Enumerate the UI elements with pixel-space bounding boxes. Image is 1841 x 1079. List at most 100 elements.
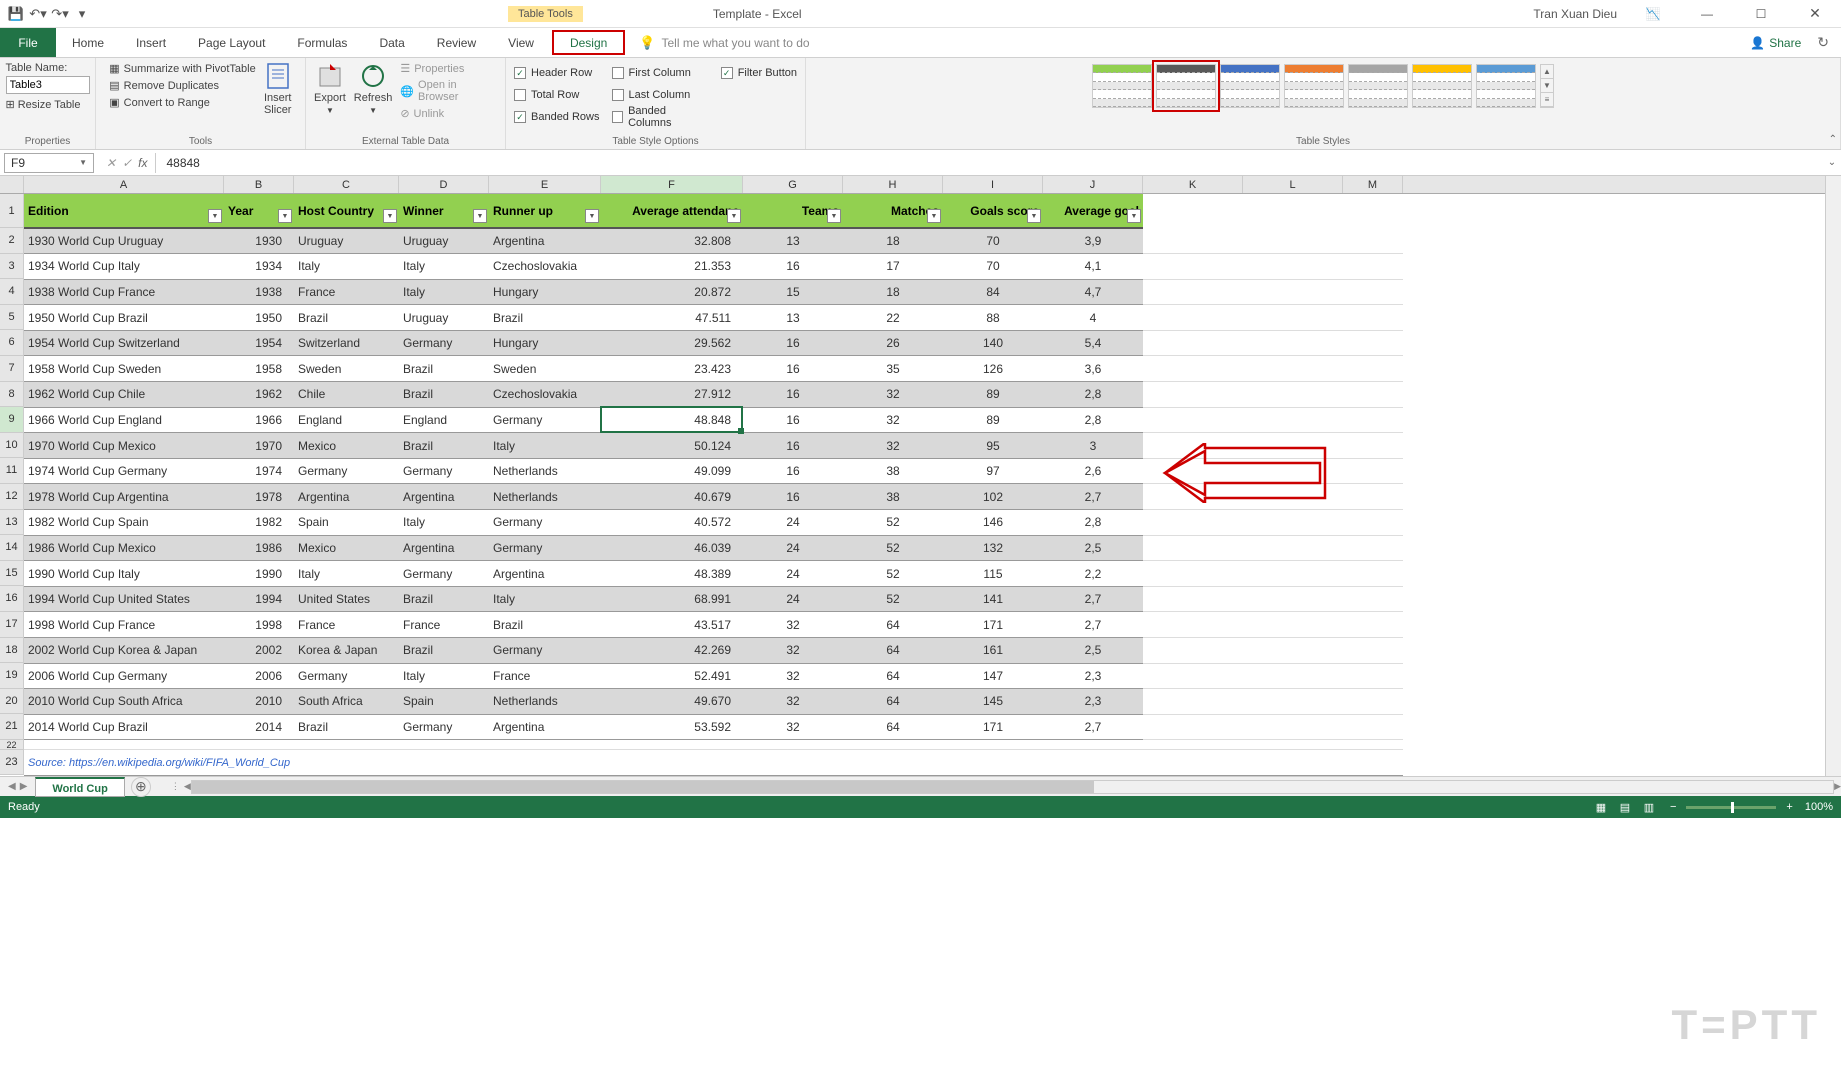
cell[interactable]: 15 [743, 279, 843, 305]
source-link[interactable]: Source: https://en.wikipedia.org/wiki/FI… [24, 750, 1403, 776]
filter-dropdown-icon[interactable]: ▼ [1027, 209, 1041, 223]
cell[interactable]: 70 [943, 254, 1043, 280]
cell[interactable]: 2,7 [1043, 612, 1143, 638]
cell[interactable]: Italy [489, 433, 601, 459]
col-header-J[interactable]: J [1043, 176, 1143, 193]
cell[interactable]: Brazil [489, 305, 601, 331]
banded-columns-checkbox[interactable]: Banded Columns [612, 106, 709, 128]
style-thumb-0[interactable] [1092, 64, 1152, 108]
cell[interactable]: Mexico [294, 433, 399, 459]
cell[interactable]: 2,6 [1043, 458, 1143, 484]
tab-insert[interactable]: Insert [120, 28, 182, 57]
cell[interactable]: Brazil [399, 433, 489, 459]
row-header-1[interactable]: 1 [0, 194, 24, 228]
cell[interactable]: 4,7 [1043, 279, 1143, 305]
cell[interactable]: Italy [399, 279, 489, 305]
cell[interactable]: 1998 [224, 612, 294, 638]
cell[interactable]: 1982 [224, 510, 294, 536]
cell[interactable]: Uruguay [399, 228, 489, 254]
filter-button-checkbox[interactable]: ✓Filter Button [721, 62, 797, 84]
cell[interactable]: 70 [943, 228, 1043, 254]
cell[interactable]: 16 [743, 356, 843, 382]
cell[interactable]: 1970 World Cup Mexico [24, 433, 224, 459]
cell[interactable]: Korea & Japan [294, 638, 399, 664]
cell[interactable]: 26 [843, 330, 943, 356]
cell[interactable]: 89 [943, 407, 1043, 433]
cell[interactable]: 18 [843, 279, 943, 305]
header-row-checkbox[interactable]: ✓Header Row [514, 62, 600, 84]
row-header-7[interactable]: 7 [0, 356, 24, 382]
history-icon[interactable]: ↻ [1817, 34, 1829, 51]
cell[interactable]: Germany [489, 407, 601, 433]
row-header-9[interactable]: 9 [0, 407, 24, 433]
cell[interactable]: Czechoslovakia [489, 382, 601, 408]
row-header-2[interactable]: 2 [0, 228, 24, 254]
col-header-K[interactable]: K [1143, 176, 1243, 193]
cell[interactable]: 64 [843, 612, 943, 638]
qat-customize-icon[interactable]: ▾ [74, 6, 90, 22]
fx-icon[interactable]: fx [138, 156, 147, 170]
cell[interactable]: Argentina [489, 561, 601, 587]
cell[interactable]: 2010 World Cup South Africa [24, 689, 224, 715]
cell[interactable]: 32.808 [601, 228, 743, 254]
row-header-16[interactable]: 16 [0, 586, 24, 612]
cell[interactable]: 13 [743, 228, 843, 254]
zoom-in-icon[interactable]: + [1786, 801, 1792, 813]
cell[interactable]: 4 [1043, 305, 1143, 331]
col-header-C[interactable]: C [294, 176, 399, 193]
cell[interactable]: 1990 World Cup Italy [24, 561, 224, 587]
cell[interactable]: 27.912 [601, 382, 743, 408]
close-icon[interactable]: ✕ [1797, 2, 1833, 26]
tab-view[interactable]: View [492, 28, 550, 57]
maximize-icon[interactable]: ☐ [1743, 2, 1779, 26]
cell[interactable]: 40.572 [601, 510, 743, 536]
row-header-13[interactable]: 13 [0, 510, 24, 536]
cell[interactable]: Argentina [294, 484, 399, 510]
col-header-L[interactable]: L [1243, 176, 1343, 193]
cell[interactable]: 132 [943, 535, 1043, 561]
cell[interactable]: 2014 [224, 714, 294, 740]
row-header-14[interactable]: 14 [0, 535, 24, 561]
col-header-E[interactable]: E [489, 176, 601, 193]
ribbon-options-icon[interactable]: 📉 [1635, 2, 1671, 26]
cell[interactable]: 32 [743, 663, 843, 689]
cell[interactable]: 32 [743, 714, 843, 740]
cell[interactable]: 16 [743, 330, 843, 356]
cell[interactable]: Mexico [294, 535, 399, 561]
remove-duplicates-button[interactable]: ▤Remove Duplicates [109, 79, 255, 92]
cell[interactable]: 88 [943, 305, 1043, 331]
cell[interactable]: 161 [943, 638, 1043, 664]
cell[interactable]: Czechoslovakia [489, 254, 601, 280]
cell[interactable]: 1986 World Cup Mexico [24, 535, 224, 561]
cell[interactable]: 24 [743, 586, 843, 612]
cell[interactable]: 1978 [224, 484, 294, 510]
cell[interactable]: 1958 World Cup Sweden [24, 356, 224, 382]
tell-me-search[interactable]: 💡 Tell me what you want to do [627, 28, 821, 57]
cell[interactable]: 1950 [224, 305, 294, 331]
row-header-23[interactable]: 23 [0, 750, 24, 776]
cell[interactable]: 2,5 [1043, 535, 1143, 561]
cell[interactable]: 32 [743, 689, 843, 715]
cell[interactable]: 13 [743, 305, 843, 331]
cell[interactable]: 49.099 [601, 458, 743, 484]
cell[interactable]: 1986 [224, 535, 294, 561]
col-header-I[interactable]: I [943, 176, 1043, 193]
table-header-cell[interactable]: Goals score▼ [943, 194, 1043, 228]
cell[interactable]: 23.423 [601, 356, 743, 382]
cell[interactable]: Germany [399, 714, 489, 740]
tab-formulas[interactable]: Formulas [281, 28, 363, 57]
row-header-3[interactable]: 3 [0, 254, 24, 280]
col-header-F[interactable]: F [601, 176, 743, 193]
cell[interactable]: Germany [489, 510, 601, 536]
cell[interactable]: 1970 [224, 433, 294, 459]
table-header-cell[interactable]: Host Country▼ [294, 194, 399, 228]
cell[interactable]: 53.592 [601, 714, 743, 740]
cell[interactable]: 64 [843, 689, 943, 715]
cell[interactable]: Sweden [489, 356, 601, 382]
cell[interactable]: 52 [843, 535, 943, 561]
cell[interactable]: Brazil [399, 356, 489, 382]
cell[interactable]: 48.389 [601, 561, 743, 587]
cell[interactable]: Italy [399, 510, 489, 536]
cell[interactable]: 2006 World Cup Germany [24, 663, 224, 689]
cell[interactable]: Brazil [294, 305, 399, 331]
